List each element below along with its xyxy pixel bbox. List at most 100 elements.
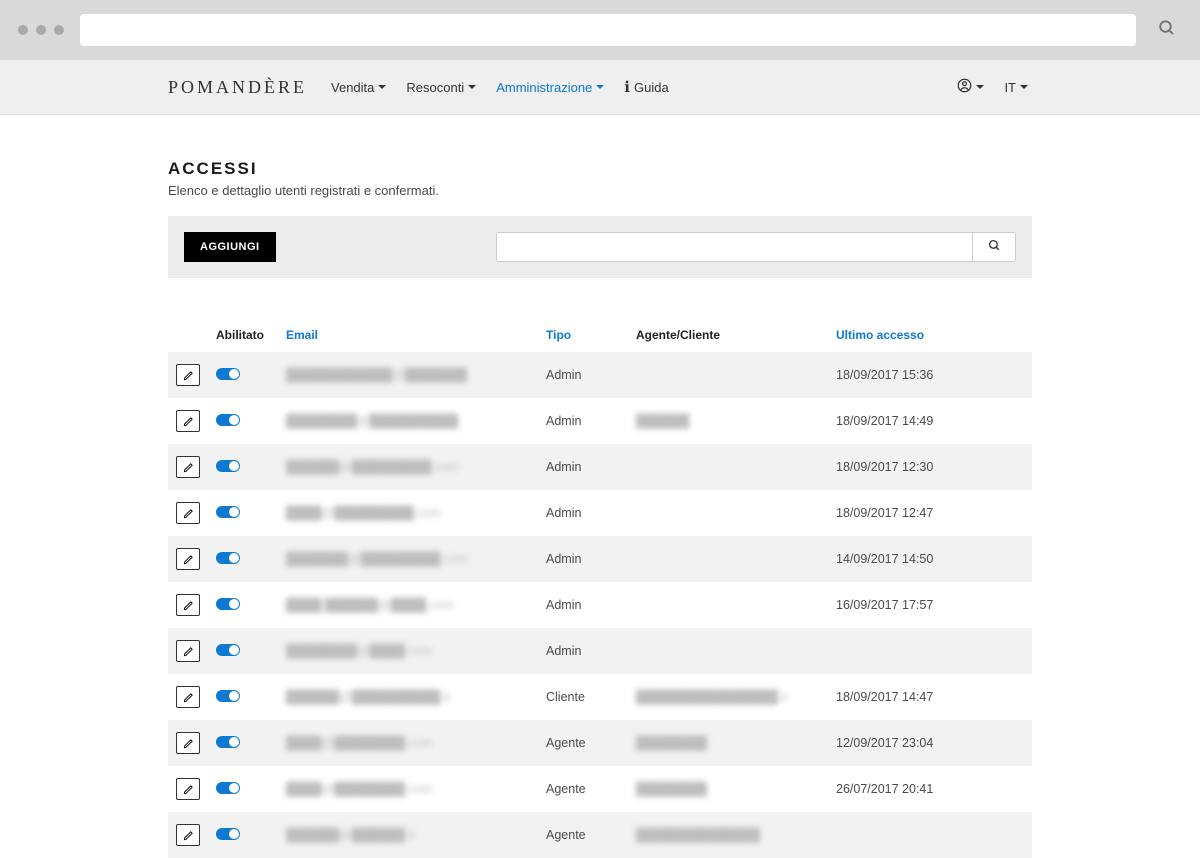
email-cell: ██████@█████████.com [286,460,459,474]
agente-cell: ████████████████.it [636,690,787,704]
ultimo-cell: 26/07/2017 20:41 [828,766,1032,812]
nav-user-menu[interactable] [953,72,988,103]
table-row: ████@████████.comAgente████████26/07/201… [168,766,1032,812]
page-title: ACCESSI [168,159,1032,179]
table-row: ████.██████@████.com Admin 16/09/2017 17:5… [168,582,1032,628]
tipo-cell: Admin [538,582,628,628]
app-nav-bar: POMANDÈRE Vendita Resoconti Amministrazi… [0,60,1200,115]
filter-bar: AGGIUNGI [168,216,1032,278]
enabled-toggle[interactable] [216,828,240,840]
ultimo-cell: 18/09/2017 12:30 [828,444,1032,490]
page-subtitle: Elenco e dettaglio utenti registrati e c… [168,183,1032,198]
edit-button[interactable] [176,824,200,846]
page-content: ACCESSI Elenco e dettaglio utenti regist… [168,115,1032,858]
window-dot [36,25,46,35]
chevron-down-icon [378,85,386,89]
address-bar[interactable] [80,14,1136,46]
search-input[interactable] [496,232,972,262]
chevron-down-icon [976,85,984,89]
table-row: ████@█████████.comAdmin18/09/2017 12:47 [168,490,1032,536]
nav-vendita[interactable]: Vendita [327,74,390,101]
email-cell: ████████@██████████ [286,414,458,428]
user-icon [957,78,972,97]
table-row: ██████@█████████.com Admin 18/09/2017 12:3… [168,444,1032,490]
enabled-toggle[interactable] [216,552,240,564]
ultimo-cell [828,812,1032,858]
email-cell: ████@█████████.com [286,506,441,520]
table-row: ██████@██████████.it Cliente █████████████… [168,674,1032,720]
nav-amministrazione[interactable]: Amministrazione [492,74,608,101]
add-button[interactable]: AGGIUNGI [184,232,276,262]
agente-cell: ████████ [636,736,707,750]
brand-logo: POMANDÈRE [168,77,315,98]
email-cell: ███████@█████████.com [286,552,467,566]
enabled-toggle[interactable] [216,368,240,380]
ultimo-cell: 18/09/2017 12:47 [828,490,1032,536]
info-icon: ℹ [624,78,630,96]
enabled-toggle[interactable] [216,460,240,472]
email-cell: ████████@████.com [286,644,432,658]
edit-button[interactable] [176,548,200,570]
email-cell: ██████@██████.it [286,828,415,842]
edit-button[interactable] [176,594,200,616]
edit-button[interactable] [176,410,200,432]
users-table: Abilitato Email Tipo Agente/Cliente Ulti… [168,318,1032,858]
table-row: ████████@████.com Admin [168,628,1032,674]
ultimo-cell: 18/09/2017 14:47 [828,674,1032,720]
enabled-toggle[interactable] [216,598,240,610]
enabled-toggle[interactable] [216,690,240,702]
col-ultimo[interactable]: Ultimo accesso [828,318,1032,352]
tipo-cell: Admin [538,628,628,674]
chevron-down-icon [1020,85,1028,89]
table-row: ████████████@███████Admin18/09/2017 15:3… [168,352,1032,398]
col-email[interactable]: Email [278,318,538,352]
enabled-toggle[interactable] [216,736,240,748]
search-icon[interactable] [1152,19,1182,42]
window-dot [18,25,28,35]
edit-button[interactable] [176,640,200,662]
tipo-cell: Admin [538,536,628,582]
window-dots [18,25,64,35]
nav-label: IT [1004,80,1016,95]
tipo-cell: Cliente [538,674,628,720]
edit-button[interactable] [176,686,200,708]
email-cell: ████████████@███████ [286,368,467,382]
search-button[interactable] [972,232,1016,262]
enabled-toggle[interactable] [216,782,240,794]
enabled-toggle[interactable] [216,414,240,426]
edit-button[interactable] [176,456,200,478]
ultimo-cell: 14/09/2017 14:50 [828,536,1032,582]
nav-resoconti[interactable]: Resoconti [402,74,480,101]
col-agente: Agente/Cliente [628,318,828,352]
agente-cell: ██████ [636,414,689,428]
table-row: ██████@██████.itAgente██████████████ [168,812,1032,858]
ultimo-cell: 18/09/2017 15:36 [828,352,1032,398]
tipo-cell: Admin [538,444,628,490]
enabled-toggle[interactable] [216,506,240,518]
nav-label: Guida [634,80,669,95]
tipo-cell: Agente [538,812,628,858]
nav-guida[interactable]: ℹ Guida [620,72,672,102]
enabled-toggle[interactable] [216,644,240,656]
window-top-bar [0,0,1200,60]
nav-label: Vendita [331,80,374,95]
col-tipo[interactable]: Tipo [538,318,628,352]
edit-button[interactable] [176,502,200,524]
col-enabled: Abilitato [208,318,278,352]
ultimo-cell: 16/09/2017 17:57 [828,582,1032,628]
email-cell: ████.██████@████.com [286,598,453,612]
table-row: ████@████████.comAgente████████12/09/201… [168,720,1032,766]
email-cell: ██████@██████████.it [286,690,450,704]
window-dot [54,25,64,35]
ultimo-cell: 18/09/2017 14:49 [828,398,1032,444]
email-cell: ████@████████.com [286,782,432,796]
edit-button[interactable] [176,732,200,754]
agente-cell: ████████ [636,782,707,796]
email-cell: ████@████████.com [286,736,432,750]
table-row: ███████@█████████.com Admin 14/09/2017 14:… [168,536,1032,582]
ultimo-cell [828,628,1032,674]
edit-button[interactable] [176,778,200,800]
nav-language[interactable]: IT [1000,74,1032,101]
chevron-down-icon [596,85,604,89]
edit-button[interactable] [176,364,200,386]
